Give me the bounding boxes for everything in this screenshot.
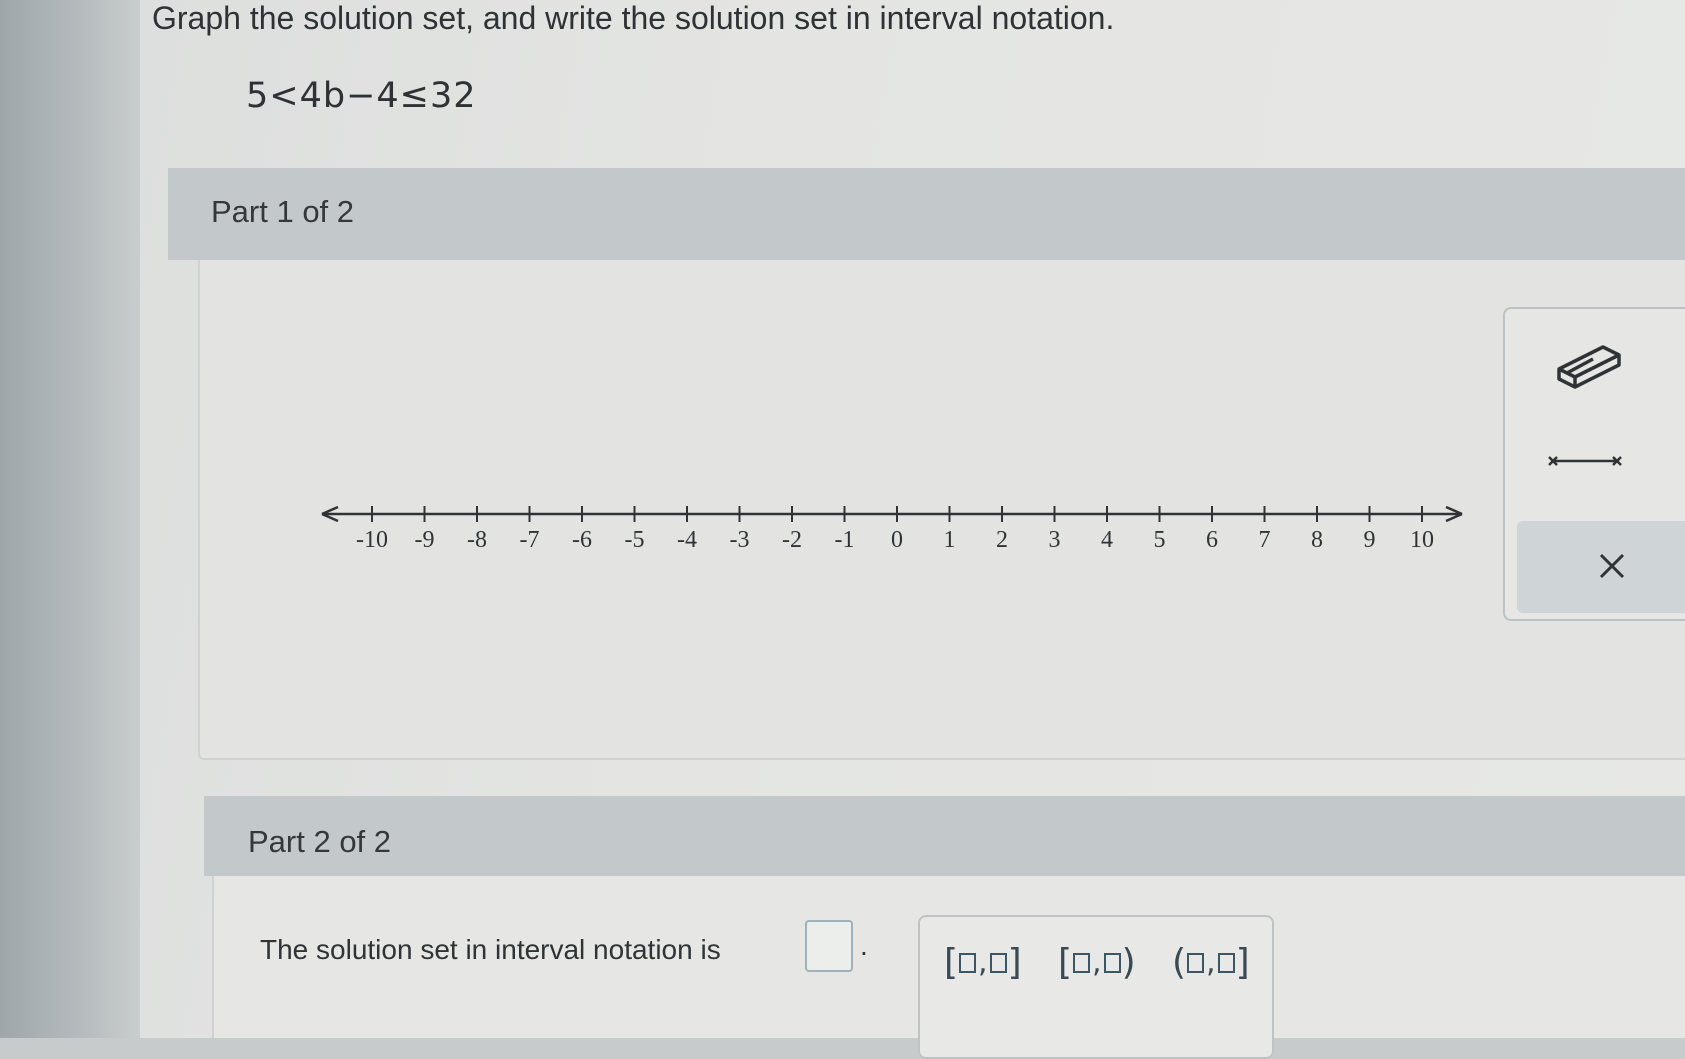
clear-button[interactable] bbox=[1517, 521, 1685, 613]
part2-header: Part 2 of 2 bbox=[204, 796, 1685, 876]
placeholder-box bbox=[1217, 953, 1235, 973]
tick-label: -5 bbox=[625, 527, 645, 553]
answer-period: . bbox=[860, 930, 868, 961]
tick-label: 9 bbox=[1364, 527, 1376, 553]
screen-edge-shade bbox=[0, 0, 140, 1038]
interval-template-panel: [,] [,) (,] bbox=[918, 915, 1274, 1059]
template-right-bracket: ] bbox=[1235, 942, 1250, 983]
tick-label: -4 bbox=[677, 527, 697, 553]
part2-title: Part 2 of 2 bbox=[248, 824, 392, 859]
tick-label: 7 bbox=[1259, 527, 1271, 553]
placeholder-box bbox=[1187, 953, 1205, 973]
tick-label: -1 bbox=[835, 527, 855, 553]
tick-label: -3 bbox=[730, 527, 750, 553]
template-left-bracket: [ bbox=[944, 942, 959, 983]
placeholder-box bbox=[959, 953, 977, 973]
placeholder-box bbox=[1073, 953, 1091, 973]
tick-label: 10 bbox=[1410, 527, 1434, 553]
template-comma: , bbox=[1092, 945, 1102, 980]
tick-label: -2 bbox=[782, 527, 802, 553]
segment-tool[interactable] bbox=[1545, 449, 1625, 473]
close-icon bbox=[1599, 553, 1625, 579]
tick-label: -6 bbox=[572, 527, 592, 553]
tick-label: -9 bbox=[415, 527, 435, 553]
tick-label: -7 bbox=[520, 527, 540, 553]
tick-label: 0 bbox=[891, 527, 903, 553]
answer-label: The solution set in interval notation is bbox=[260, 934, 721, 965]
tick-label: -10 bbox=[356, 527, 388, 553]
template-closed-open-button[interactable]: [,) bbox=[1058, 945, 1136, 981]
tick-label: 6 bbox=[1206, 527, 1218, 553]
segment-tool-icon bbox=[1548, 456, 1622, 466]
tick-label: 4 bbox=[1101, 527, 1113, 553]
template-right-bracket: ) bbox=[1121, 942, 1136, 983]
template-comma: , bbox=[1206, 945, 1216, 980]
placeholder-box bbox=[989, 953, 1007, 973]
template-right-bracket: ] bbox=[1007, 942, 1022, 983]
tick-label: 8 bbox=[1311, 527, 1323, 553]
template-left-bracket: [ bbox=[1058, 942, 1073, 983]
eraser-icon bbox=[1557, 345, 1621, 389]
graph-tools-panel bbox=[1503, 307, 1685, 621]
question-instruction: Graph the solution set, and write the so… bbox=[152, 0, 1115, 36]
part1-title: Part 1 of 2 bbox=[211, 194, 355, 229]
number-line[interactable]: -10 -9 -8 -7 -6 -5 -4 -3 -2 -1 0 1 2 3 4 5 6 7 8 9 10 bbox=[312, 500, 1472, 560]
template-closed-closed-button[interactable]: [,] bbox=[944, 945, 1022, 981]
tick-label: 2 bbox=[996, 527, 1008, 553]
tick-label: 3 bbox=[1049, 527, 1061, 553]
template-open-closed-button[interactable]: (,] bbox=[1172, 945, 1250, 981]
template-comma: , bbox=[978, 945, 988, 980]
placeholder-box bbox=[1103, 953, 1121, 973]
part1-header: Part 1 of 2 bbox=[168, 168, 1685, 260]
tick-label: -8 bbox=[467, 527, 487, 553]
inequality: 5<4b−4≤32 bbox=[246, 76, 477, 116]
eraser-tool[interactable] bbox=[1553, 339, 1625, 391]
answer-input[interactable] bbox=[805, 920, 853, 972]
template-left-bracket: ( bbox=[1172, 942, 1187, 983]
tick-label: 1 bbox=[944, 527, 956, 553]
tick-label: 5 bbox=[1154, 527, 1166, 553]
